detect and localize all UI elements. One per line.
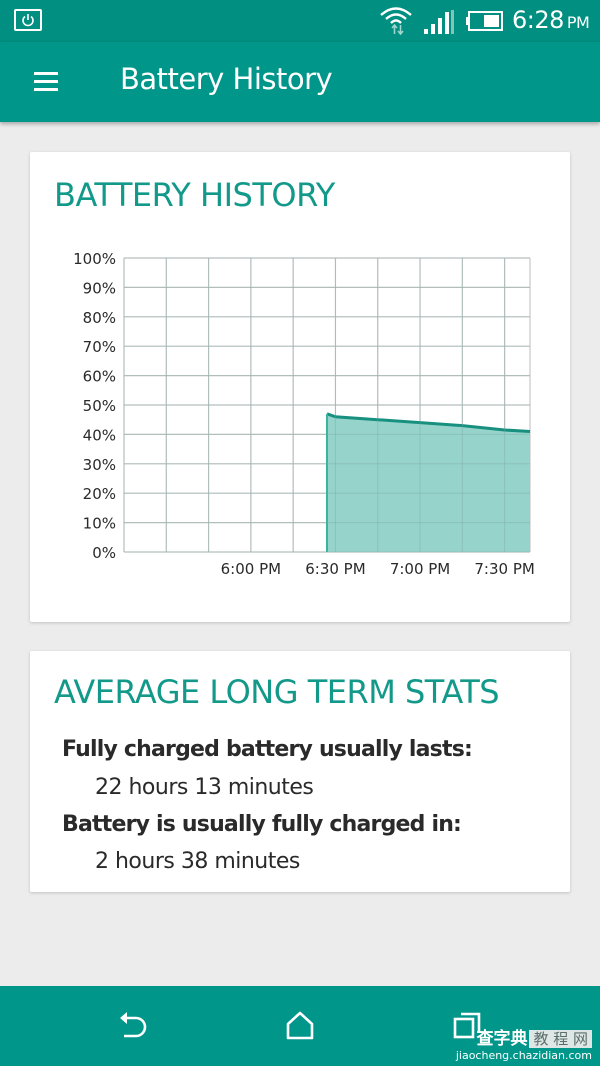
watermark-url: jiaocheng.chazidian.com (455, 1049, 592, 1062)
x-tick-label: 7:00 PM (390, 560, 450, 578)
y-tick-label: 40% (83, 426, 116, 444)
home-icon[interactable] (285, 1010, 315, 1042)
back-icon[interactable] (118, 1010, 150, 1042)
stats-card: AVERAGE LONG TERM STATS Fully charged ba… (30, 651, 570, 892)
y-tick-label: 10% (83, 515, 116, 533)
stats-card-title: AVERAGE LONG TERM STATS (54, 673, 500, 711)
clock-ampm: PM (566, 13, 590, 32)
x-tick-label: 7:30 PM (474, 560, 534, 578)
y-tick-label: 70% (83, 338, 116, 356)
battery-icon (466, 11, 503, 31)
y-tick-label: 0% (92, 544, 116, 562)
y-tick-label: 100% (73, 250, 116, 268)
y-tick-label: 50% (83, 397, 116, 415)
watermark-text: 查字典 (476, 1029, 528, 1049)
page-title: Battery History (120, 62, 333, 96)
signal-icon (424, 10, 454, 34)
status-clock: 6:28 PM (512, 6, 590, 34)
power-icon (14, 9, 42, 31)
x-tick-label: 6:00 PM (221, 560, 281, 578)
status-bar: 6:28 PM (0, 0, 600, 42)
app-bar: Battery History (0, 42, 600, 122)
menu-icon[interactable] (34, 72, 58, 92)
y-tick-label: 20% (83, 485, 116, 503)
nav-bar: 查字典教 程 网 jiaocheng.chazidian.com (0, 986, 600, 1066)
stat-label-lasts: Fully charged battery usually lasts: (62, 737, 473, 762)
y-tick-label: 30% (83, 456, 116, 474)
watermark-boxed-text: 教 程 网 (529, 1030, 592, 1048)
y-tick-label: 90% (83, 279, 116, 297)
x-tick-label: 6:30 PM (305, 560, 365, 578)
y-tick-label: 60% (83, 368, 116, 386)
clock-time: 6:28 (512, 6, 564, 34)
stat-label-charged: Battery is usually fully charged in: (62, 812, 462, 837)
battery-chart: 0% 10% 20% 30% 40% 50% 60% 70% 80% 90% 100% 6:00 PM… (73, 250, 535, 578)
stat-value-charged: 2 hours 38 minutes (95, 849, 300, 874)
wifi-icon (380, 7, 412, 36)
y-tick-label: 80% (83, 309, 116, 327)
watermark: 查字典教 程 网 jiaocheng.chazidian.com (456, 1024, 592, 1062)
stat-value-lasts: 22 hours 13 minutes (95, 775, 314, 800)
battery-history-card: BATTERY HISTORY 0% 10% 20% 30% 40% 50% 60% 70% 8… (30, 152, 570, 622)
